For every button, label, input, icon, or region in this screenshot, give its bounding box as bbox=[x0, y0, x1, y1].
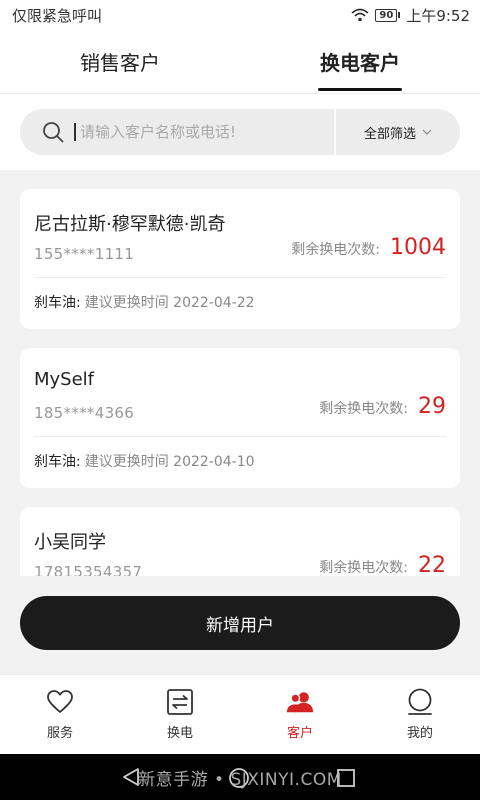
filter-label: 全部筛选 bbox=[363, 126, 416, 142]
maintenance-item: 刹车油: 建议更换时间 2022-04-22 bbox=[34, 292, 255, 312]
nav-item-service[interactable]: 服务 bbox=[0, 675, 120, 754]
remaining-swaps: 剩余换电次数: 1004 bbox=[291, 235, 446, 260]
carrier-text: 仅限紧急呼叫 bbox=[12, 6, 103, 25]
nav-label: 客户 bbox=[286, 726, 313, 741]
customer-card[interactable]: 小吴同学 17815354357 剩余换电次数: 22 bbox=[20, 507, 460, 576]
customer-phone: 155****1111 bbox=[34, 245, 135, 263]
nav-label: 我的 bbox=[406, 726, 433, 741]
wifi-icon bbox=[351, 8, 369, 22]
customer-phone: 185****4366 bbox=[34, 404, 135, 422]
watermark-text: 新意手游 • SJXINYI.COM bbox=[138, 769, 342, 790]
customer-card[interactable]: MySelf 185****4366 剩余换电次数: 29 刹车油: 建议更换时间… bbox=[20, 348, 460, 488]
users-icon bbox=[286, 688, 314, 716]
nav-item-swap[interactable]: 换电 bbox=[120, 675, 240, 754]
user-icon bbox=[406, 688, 434, 716]
maintenance-item-desc: 建议更换时间 2022-04-22 bbox=[84, 295, 255, 311]
search-input[interactable] bbox=[74, 123, 314, 141]
status-bar: 仅限紧急呼叫 90 上午9:52 bbox=[0, 0, 480, 30]
remaining-swaps-value: 22 bbox=[418, 553, 446, 576]
customer-phone: 17815354357 bbox=[34, 563, 143, 576]
remaining-swaps-label: 剩余换电次数: bbox=[319, 401, 408, 417]
customer-card[interactable]: 尼古拉斯·穆罕默德·凯奇 155****1111 剩余换电次数: 1004 刹车… bbox=[20, 189, 460, 329]
customer-name: 尼古拉斯·穆罕默德·凯奇 bbox=[34, 214, 226, 235]
search-field-wrapper bbox=[20, 109, 334, 155]
tab-battery-swap-customers[interactable]: 换电客户 bbox=[240, 30, 480, 93]
nav-item-customers[interactable]: 客户 bbox=[240, 675, 360, 754]
bottom-nav: 服务 换电 客户 我的 bbox=[0, 674, 480, 754]
maintenance-item-desc: 建议更换时间 2022-04-10 bbox=[84, 454, 255, 470]
swap-icon bbox=[166, 688, 194, 716]
customer-list: 尼古拉斯·穆罕默德·凯奇 155****1111 剩余换电次数: 1004 刹车… bbox=[0, 170, 480, 576]
filter-button[interactable]: 全部筛选 bbox=[336, 109, 460, 155]
nav-label: 服务 bbox=[46, 726, 73, 741]
battery-icon: 90 bbox=[375, 8, 401, 22]
customer-name: MySelf bbox=[34, 369, 95, 390]
remaining-swaps: 剩余换电次数: 22 bbox=[319, 553, 446, 576]
heart-icon bbox=[46, 688, 74, 716]
customer-name: 小吴同学 bbox=[34, 532, 106, 553]
remaining-swaps-value: 29 bbox=[418, 394, 446, 419]
add-user-button[interactable]: 新增用户 bbox=[20, 596, 460, 650]
maintenance-item-name: 刹车油: bbox=[34, 454, 81, 470]
maintenance-item-name: 刹车油: bbox=[34, 295, 81, 311]
remaining-swaps: 剩余换电次数: 29 bbox=[319, 394, 446, 419]
card-divider bbox=[34, 277, 446, 278]
search-bar: 全部筛选 bbox=[20, 109, 460, 155]
tab-sales-customers[interactable]: 销售客户 bbox=[0, 30, 240, 93]
nav-item-mine[interactable]: 我的 bbox=[360, 675, 480, 754]
chevron-down-icon bbox=[422, 129, 432, 135]
maintenance-item: 刹车油: 建议更换时间 2022-04-10 bbox=[34, 451, 255, 471]
remaining-swaps-value: 1004 bbox=[390, 235, 446, 260]
status-icons: 90 上午9:52 bbox=[351, 5, 470, 26]
system-nav-bar: 新意手游 • SJXINYI.COM bbox=[0, 754, 480, 800]
status-time: 上午9:52 bbox=[406, 6, 470, 25]
search-icon bbox=[43, 122, 64, 143]
nav-label: 换电 bbox=[166, 726, 193, 741]
remaining-swaps-label: 剩余换电次数: bbox=[291, 242, 380, 258]
search-area: 全部筛选 bbox=[0, 94, 480, 170]
remaining-swaps-label: 剩余换电次数: bbox=[319, 560, 408, 576]
card-divider bbox=[34, 436, 446, 437]
customer-tabs: 销售客户 换电客户 bbox=[0, 30, 480, 94]
